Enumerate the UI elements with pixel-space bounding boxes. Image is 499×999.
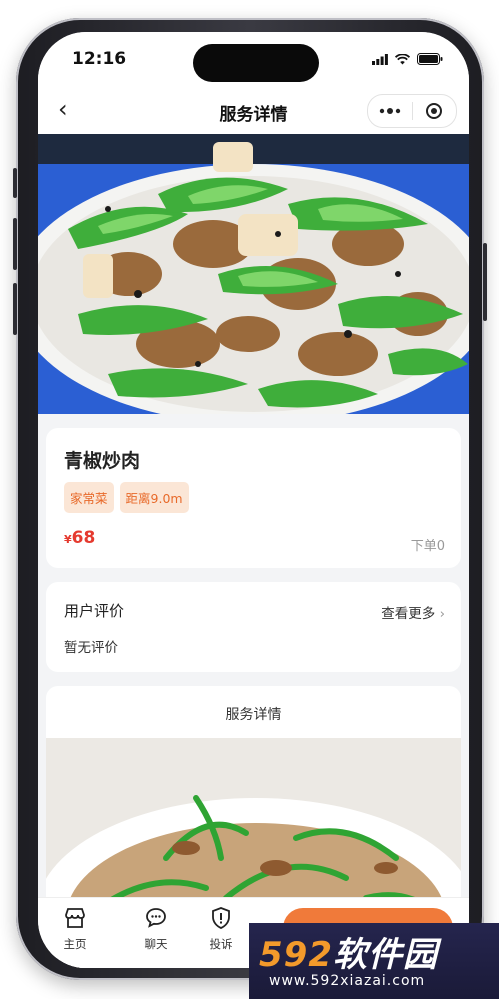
see-more-reviews-link[interactable]: 查看更多 › [381,602,445,622]
currency-symbol: ¥ [64,533,72,546]
close-miniprogram-button[interactable] [413,102,457,120]
volume-down-button [13,283,17,335]
dish-tags: 家常菜 距离9.0m [64,482,189,513]
price-value: 68 [71,528,96,548]
target-close-icon [426,103,443,119]
dish-name: 青椒炒肉 [64,450,141,472]
report-icon [212,907,230,929]
tab-report-label: 投诉 [209,937,233,951]
dish-info-card: 青椒炒肉 家常菜 距离9.0m ¥68 下单0 [46,428,461,568]
order-count: 下单0 [410,539,445,554]
watermark-logo: 592软件园 www.592xiazai.com [249,923,499,999]
tag-distance: 距离9.0m [119,482,189,513]
more-menu-button[interactable] [368,107,412,115]
see-more-label: 查看更多 [381,606,436,622]
more-dots-icon [379,108,400,114]
no-reviews-text: 暂无评价 [64,640,118,656]
dish-photo [38,134,469,414]
chat-icon [146,908,166,928]
shop-icon [65,908,85,928]
battery-icon [417,53,443,65]
status-icons [372,53,443,65]
navigation-bar: ‹ 服务详情 [38,88,469,134]
mute-switch [13,168,17,198]
watermark-url: www.592xiazai.com [269,973,426,989]
cellular-signal-icon [372,53,388,65]
wifi-icon [395,53,410,64]
dynamic-island [193,44,319,82]
dish-price: ¥68 [64,528,95,548]
service-detail-title: 服务详情 [225,707,282,723]
chevron-right-icon: › [439,606,445,622]
reviews-card: 用户评价 查看更多 › 暂无评价 [46,582,461,672]
pepper-pork-dish-image [38,134,469,414]
status-time: 12:16 [72,49,127,69]
tag-category: 家常菜 [64,482,114,513]
reviews-title: 用户评价 [64,602,125,620]
watermark-brand-number: 592 [259,935,333,975]
watermark-brand: 592软件园 [259,927,438,976]
miniprogram-capsule [367,94,457,128]
tab-chat-label: 聊天 [144,937,168,951]
status-bar: 12:16 [38,32,469,88]
tab-chat[interactable]: 聊天 [133,906,179,952]
tab-report[interactable]: 投诉 [198,906,244,952]
tab-home-label: 主页 [63,937,87,951]
volume-up-button [13,218,17,270]
power-button [483,243,487,321]
tab-home[interactable]: 主页 [52,906,98,952]
screen: 12:16 ‹ 服务详情 青椒炒肉 家常菜 距离9.0m ¥68 下单0 用户评… [38,32,469,968]
watermark-brand-text: 软件园 [332,935,438,975]
